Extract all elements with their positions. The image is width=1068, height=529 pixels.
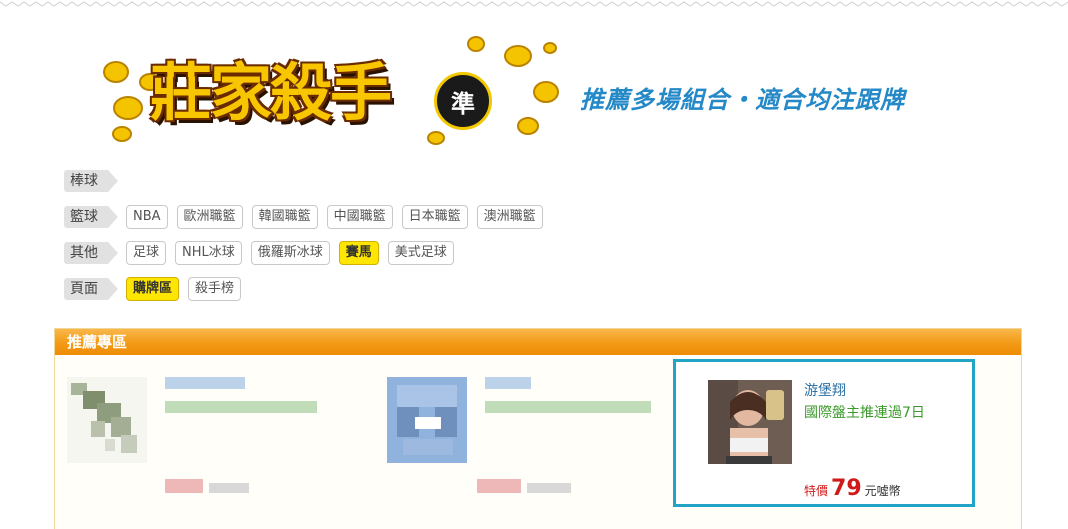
blurred-avatar <box>67 377 147 463</box>
tag-horse-racing[interactable]: 賽馬 <box>338 241 379 265</box>
tag-euro-basketball[interactable]: 歐洲職籃 <box>176 205 243 229</box>
category-row-baseball: 棒球 <box>64 168 126 194</box>
blurred-description <box>485 401 651 413</box>
blurred-unit <box>527 483 571 493</box>
tag-killer-ranking[interactable]: 殺手榜 <box>188 277 242 301</box>
logo-badge: 準 <box>434 72 492 130</box>
logo-title: 莊家殺手 <box>150 56 392 129</box>
tag-nhl-hockey[interactable]: NHL冰球 <box>175 241 242 265</box>
tipster-description[interactable]: 國際盤主推連過7日 <box>804 402 925 422</box>
row-label[interactable]: 其他 <box>64 242 118 264</box>
tag-japan-basketball[interactable]: 日本職籃 <box>401 205 468 229</box>
zigzag-border <box>0 1 1068 7</box>
tipster-name[interactable]: 游堡翔 <box>804 380 846 400</box>
recommendation-panel: 推薦專區 游堡翔 國際盤主推連過7日 特價 79 元噓幣 <box>54 328 1022 529</box>
blurred-description <box>165 401 317 413</box>
category-row-basketball: 籃球 NBA 歐洲職籃 韓國職籃 中國職籃 日本職籃 澳洲職籃 <box>64 204 552 230</box>
slogan: 推薦多場組合・適合均注跟牌 <box>580 86 905 114</box>
category-row-pages: 頁面 購牌區 殺手榜 <box>64 276 250 302</box>
tag-australia-basketball[interactable]: 澳洲職籃 <box>476 205 543 229</box>
blurred-unit <box>209 483 249 493</box>
tag-nba[interactable]: NBA <box>126 205 168 229</box>
price-unit: 元噓幣 <box>864 484 901 498</box>
blurred-price <box>477 479 521 493</box>
tag-china-basketball[interactable]: 中國職籃 <box>326 205 393 229</box>
tag-purchase-area[interactable]: 購牌區 <box>126 277 180 301</box>
price-label: 特價 <box>804 484 829 498</box>
row-label[interactable]: 籃球 <box>64 206 118 228</box>
blurred-price <box>165 479 203 493</box>
tag-korea-basketball[interactable]: 韓國職籃 <box>251 205 318 229</box>
tag-soccer[interactable]: 足球 <box>126 241 167 265</box>
blurred-name <box>165 377 245 389</box>
tag-american-football[interactable]: 美式足球 <box>387 241 454 265</box>
row-label[interactable]: 棒球 <box>64 170 118 192</box>
blurred-avatar <box>387 377 467 463</box>
category-row-other: 其他 足球 NHL冰球 俄羅斯冰球 賽馬 美式足球 <box>64 240 463 266</box>
panel-title: 推薦專區 <box>55 329 1021 355</box>
tipster-photo <box>708 380 792 464</box>
price-value: 79 <box>831 476 862 501</box>
recommendation-card[interactable] <box>375 377 665 517</box>
recommendation-card[interactable] <box>55 377 345 517</box>
row-label[interactable]: 頁面 <box>64 278 118 300</box>
blurred-name <box>485 377 531 389</box>
tag-russia-hockey[interactable]: 俄羅斯冰球 <box>250 241 330 265</box>
price-block: 特價 79 元噓幣 <box>804 476 901 501</box>
featured-recommendation-card[interactable]: 游堡翔 國際盤主推連過7日 特價 79 元噓幣 <box>673 359 975 507</box>
